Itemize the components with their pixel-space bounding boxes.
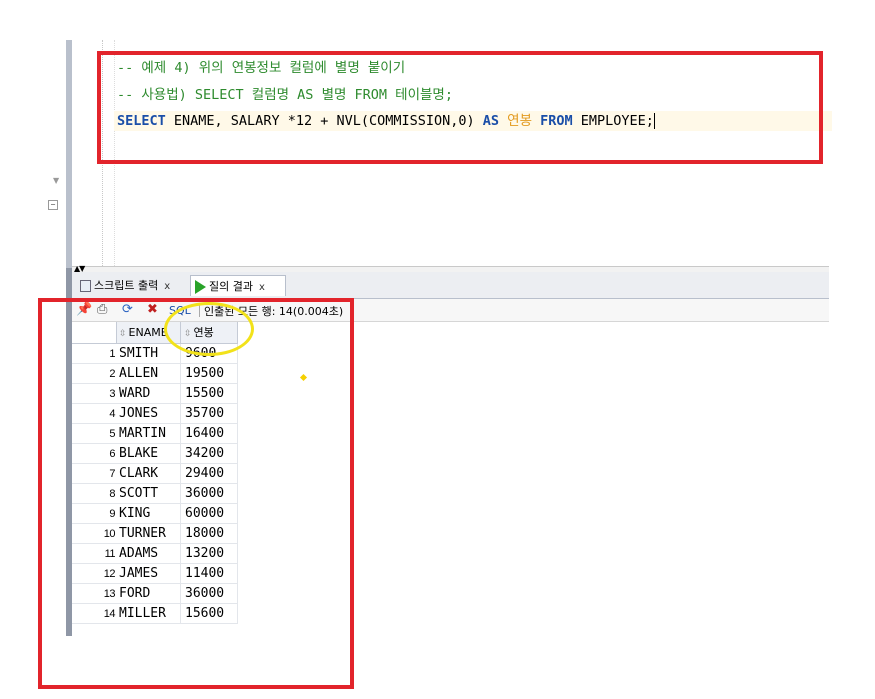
editor-gutter bbox=[66, 40, 72, 268]
tab-query-result-label: 질의 결과 bbox=[209, 280, 253, 293]
fold-toggle-icon[interactable]: − bbox=[48, 200, 58, 210]
document-icon bbox=[80, 280, 91, 292]
result-tabbar: 스크립트 출력 x 질의 결과 x bbox=[72, 272, 829, 299]
tab-close-icon[interactable]: x bbox=[164, 281, 170, 292]
tab-query-result[interactable]: 질의 결과 x bbox=[190, 275, 286, 296]
highlight-box-query bbox=[97, 51, 823, 164]
tab-script-output-label: 스크립트 출력 bbox=[94, 279, 159, 292]
highlight-circle-alias bbox=[164, 302, 254, 356]
highlight-box-results bbox=[38, 298, 354, 689]
play-icon bbox=[195, 280, 206, 294]
tab-close-icon[interactable]: x bbox=[259, 282, 265, 293]
scroll-down-arrow-icon[interactable]: ▼ bbox=[53, 176, 59, 185]
tab-script-output[interactable]: 스크립트 출력 x bbox=[76, 275, 188, 296]
